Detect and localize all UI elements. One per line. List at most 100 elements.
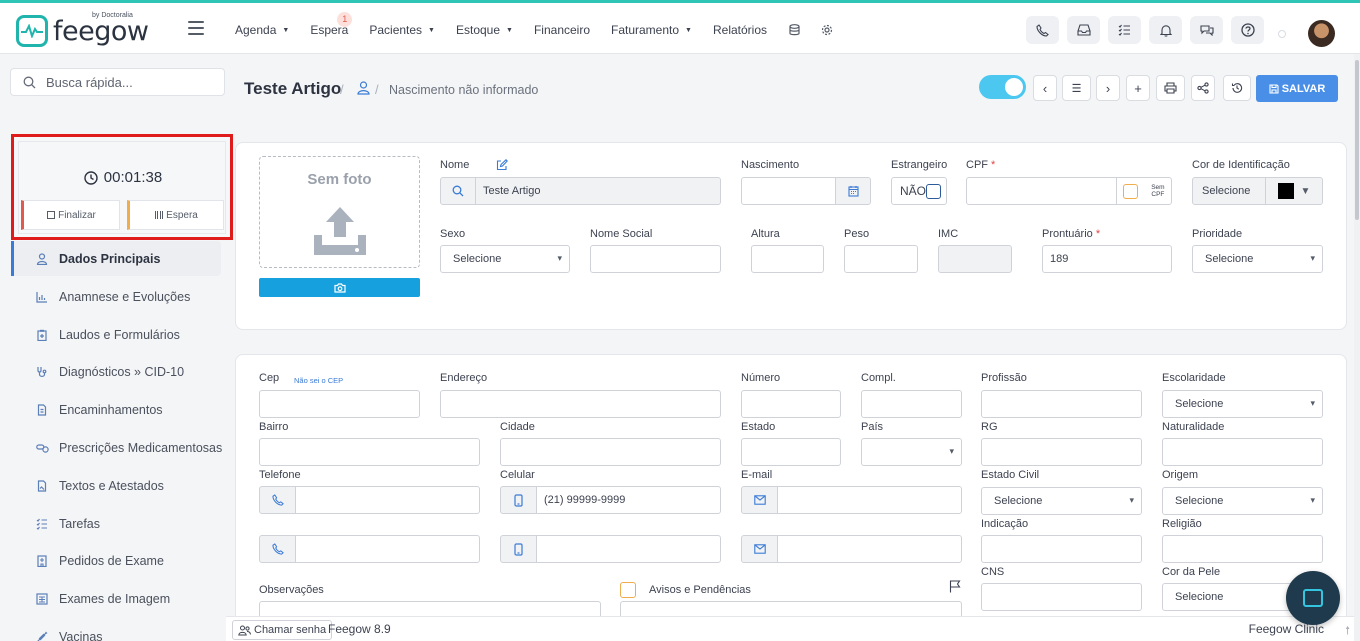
nav-espera[interactable]: Espera 1 — [310, 12, 353, 37]
sidebar-item-anamnese[interactable]: Anamnese e Evoluções — [11, 278, 223, 316]
nascimento-field[interactable] — [741, 177, 836, 205]
previous-button[interactable]: ‹ — [1033, 75, 1057, 101]
add-button[interactable]: + — [1126, 75, 1150, 101]
nome-field[interactable]: Teste Artigo — [475, 177, 721, 205]
email-field[interactable] — [777, 486, 962, 514]
scrollbar-thumb[interactable] — [1355, 60, 1359, 220]
indicacao-field[interactable] — [981, 535, 1142, 563]
menu-toggle-icon[interactable] — [188, 21, 204, 35]
nav-financeiro[interactable]: Financeiro — [534, 23, 590, 37]
telefone-field[interactable] — [295, 486, 480, 514]
save-button[interactable]: SALVAR — [1256, 75, 1338, 102]
nav-faturamento[interactable]: Faturamento ▼ — [611, 23, 692, 37]
calendar-addon[interactable] — [835, 177, 871, 205]
estado-field[interactable] — [741, 438, 841, 466]
nav-pacientes[interactable]: Pacientes ▼ — [369, 23, 435, 37]
profissao-field[interactable] — [981, 390, 1142, 418]
edit-icon[interactable] — [496, 159, 508, 174]
sidebar-item-pedidos-exame[interactable]: Pedidos de Exame — [11, 543, 223, 581]
checkbox-icon — [1123, 183, 1139, 199]
sexo-select[interactable]: Selecione — [440, 245, 570, 273]
cep-field[interactable] — [259, 390, 420, 418]
celular-field[interactable]: (21) 99999-9999 — [536, 486, 721, 514]
sidebar-item-prescricoes[interactable]: Prescrições Medicamentosas — [11, 429, 223, 467]
chat-widget-button[interactable] — [1286, 571, 1340, 625]
estrangeiro-toggle[interactable]: NÃO — [891, 177, 947, 205]
gear-icon[interactable] — [821, 24, 833, 36]
image-icon — [35, 592, 49, 606]
search-icon — [452, 185, 464, 197]
email-2-field[interactable] — [777, 535, 962, 563]
sidebar-item-laudos[interactable]: Laudos e Formulários — [11, 316, 223, 354]
search-input[interactable] — [46, 74, 216, 90]
list-button[interactable]: ☰ — [1062, 75, 1091, 101]
print-button[interactable] — [1156, 75, 1185, 101]
espera-button[interactable]: Espera — [127, 200, 224, 230]
camera-button[interactable] — [259, 278, 420, 297]
cpf-field[interactable] — [966, 177, 1117, 205]
cidade-field[interactable] — [500, 438, 721, 466]
prioridade-select[interactable]: Selecione — [1192, 245, 1323, 273]
database-icon[interactable] — [788, 24, 800, 36]
syringe-icon — [35, 630, 49, 641]
photo-upload-area[interactable]: Sem foto — [259, 156, 420, 268]
pais-select[interactable] — [861, 438, 962, 466]
nao-sei-cep-link[interactable]: Não sei o CEP — [294, 376, 343, 385]
sidebar-item-exames-imagem[interactable]: Exames de Imagem — [11, 580, 223, 618]
endereco-field[interactable] — [440, 390, 721, 418]
sidebar-item-textos[interactable]: Textos e Atestados — [11, 467, 223, 505]
escolaridade-select[interactable]: Selecione — [1162, 390, 1323, 418]
chamar-senha-button[interactable]: Chamar senha — [232, 620, 333, 640]
origem-select[interactable]: Selecione — [1162, 487, 1323, 515]
numero-field[interactable] — [741, 390, 841, 418]
chat-icon[interactable] — [1190, 16, 1223, 44]
sidebar-item-vacinas[interactable]: Vacinas — [11, 618, 223, 641]
share-button[interactable] — [1191, 75, 1215, 101]
avisos-checkbox[interactable] — [620, 582, 636, 601]
religiao-field[interactable] — [1162, 535, 1323, 563]
finalizar-button[interactable]: Finalizar — [21, 200, 120, 230]
nav-agenda[interactable]: Agenda ▼ — [235, 23, 289, 37]
sidebar-item-encaminhamentos[interactable]: Encaminhamentos — [11, 391, 223, 429]
nome-social-field[interactable] — [590, 245, 721, 273]
phone-icon[interactable] — [1026, 16, 1059, 44]
chevron-left-icon: ‹ — [1042, 80, 1048, 96]
nav-estoque[interactable]: Estoque ▼ — [456, 23, 513, 37]
sem-cpf-toggle[interactable]: Sem CPF — [1116, 177, 1172, 205]
sidebar-item-diagnosticos[interactable]: Diagnósticos » CID-10 — [11, 354, 223, 392]
sidebar-item-dados-principais[interactable]: Dados Principais — [11, 241, 221, 276]
bell-icon[interactable] — [1149, 16, 1182, 44]
avatar[interactable] — [1308, 20, 1335, 47]
celular-2-field[interactable] — [536, 535, 721, 563]
flag-icon[interactable] — [949, 580, 961, 596]
patient-active-toggle[interactable] — [979, 75, 1026, 99]
cep-label: Cep — [259, 372, 280, 384]
prontuario-field[interactable]: 189 — [1042, 245, 1172, 273]
bairro-field[interactable] — [259, 438, 480, 466]
peso-field[interactable] — [844, 245, 918, 273]
next-button[interactable]: › — [1096, 75, 1120, 101]
share-icon — [1197, 82, 1209, 94]
checklist-icon[interactable] — [1108, 16, 1141, 44]
compl-field[interactable] — [861, 390, 962, 418]
color-swatch-picker[interactable]: ▼ — [1265, 177, 1323, 205]
cor-identificacao-select[interactable]: Selecione — [1192, 177, 1266, 205]
users-icon — [238, 625, 251, 635]
help-icon[interactable] — [1231, 16, 1264, 44]
naturalidade-field[interactable] — [1162, 438, 1323, 466]
altura-field[interactable] — [751, 245, 824, 273]
nav-relatorios[interactable]: Relatórios — [713, 23, 767, 37]
cns-field[interactable] — [981, 583, 1142, 611]
chat-widget-icon — [1303, 589, 1323, 607]
telefone-2-field[interactable] — [295, 535, 480, 563]
chevron-down-icon: ▼ — [282, 26, 290, 34]
rg-field[interactable] — [981, 438, 1142, 466]
arrow-up-icon[interactable]: 🠕 — [1345, 622, 1350, 641]
logo[interactable]: feegow by Doctoralia — [16, 12, 149, 48]
inbox-icon[interactable] — [1067, 16, 1100, 44]
envelope-icon — [753, 495, 766, 505]
mobile-icon — [514, 542, 523, 556]
sidebar-item-tarefas[interactable]: Tarefas — [11, 505, 223, 543]
estado-civil-select[interactable]: Selecione — [981, 487, 1142, 515]
history-button[interactable] — [1223, 75, 1251, 101]
